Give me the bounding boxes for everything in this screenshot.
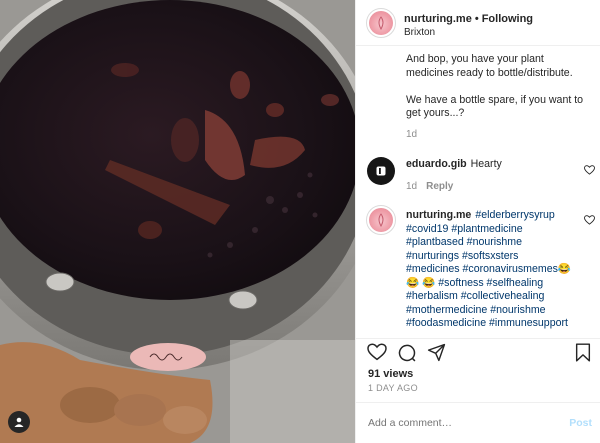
hashtag-line[interactable]: #plantbased #nourishme [406, 236, 591, 250]
reply-button[interactable]: Reply [426, 181, 453, 192]
caption-line [406, 80, 591, 94]
caption-line: And bop, you have your plant [406, 53, 544, 65]
commenter-username[interactable]: eduardo.gib [406, 158, 467, 170]
bookmark-icon[interactable] [575, 343, 591, 362]
comment-meta: 1d Reply [406, 181, 453, 192]
comment-text: Hearty [470, 158, 502, 170]
commenter-avatar[interactable] [366, 205, 396, 235]
add-comment-bar: Post [356, 402, 600, 443]
comment-timestamp[interactable]: 1d [406, 181, 417, 192]
hashtag-line[interactable]: #medicines #coronavirusmemes😂 [406, 263, 591, 277]
post-date[interactable]: 1 DAY AGO [368, 383, 418, 393]
commenter-avatar[interactable] [367, 157, 395, 185]
comment-like-icon[interactable] [584, 215, 595, 225]
hashtag-line[interactable]: #foodasmedicine #immunesupport [406, 317, 591, 331]
post-button[interactable]: Post [569, 417, 592, 429]
hashtag-line[interactable]: #elderberrysyrup [475, 209, 555, 221]
caption-text: And bop, you have your plant medicines r… [406, 53, 591, 121]
hashtag-line[interactable]: 😂 😂 #softness #selfhealing [406, 277, 591, 291]
commenter-username[interactable]: nurturing.me [406, 209, 471, 221]
user-tag-icon [14, 417, 24, 427]
caption-line: get yours...? [406, 107, 465, 119]
hashtag-line[interactable]: #covid19 #plantmedicine [406, 223, 591, 237]
post-media[interactable] [0, 0, 355, 443]
author-avatar[interactable] [366, 8, 396, 38]
share-icon[interactable] [427, 343, 446, 362]
hashtag-line[interactable]: #nurturings #softsxsters [406, 250, 591, 264]
media-photo [0, 0, 355, 443]
header-separator: • [474, 13, 479, 25]
comment-input[interactable] [368, 417, 548, 429]
caption-timestamp[interactable]: 1d [406, 129, 417, 140]
user-tag-button[interactable] [8, 411, 30, 433]
caption-line: medicines ready to bottle/distribute. [406, 66, 573, 79]
avatar-logo-icon [376, 166, 386, 176]
comments-section: And bop, you have your plant medicines r… [356, 47, 600, 337]
post-header: nurturing.me • Following Brixton [356, 0, 600, 46]
heart-icon[interactable] [367, 343, 387, 361]
comment-body: eduardo.gib Hearty [406, 158, 591, 172]
views-count[interactable]: 91 views [368, 368, 413, 380]
action-bar [356, 338, 600, 366]
following-button[interactable]: Following [482, 13, 533, 25]
avatar-logo-icon [378, 213, 384, 227]
hashtag-line[interactable]: #herbalism #collectivehealing [406, 290, 591, 304]
comment-like-icon[interactable] [584, 165, 595, 175]
author-username[interactable]: nurturing.me [404, 13, 472, 25]
comment-icon[interactable] [397, 343, 417, 363]
hashtag-line[interactable]: #mothermedicine #nourishme [406, 304, 591, 318]
caption-line: We have a bottle spare, if you want to [406, 93, 584, 106]
avatar-logo-icon [378, 16, 384, 30]
comment-body: nurturing.me #elderberrysyrup #covid19 #p… [406, 209, 591, 331]
location-link[interactable]: Brixton [404, 27, 435, 38]
post-sidebar: nurturing.me • Following Brixton And bop, … [355, 0, 600, 443]
